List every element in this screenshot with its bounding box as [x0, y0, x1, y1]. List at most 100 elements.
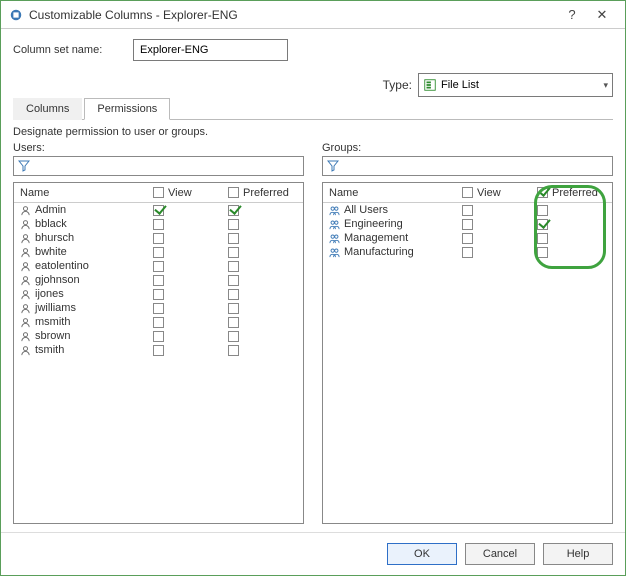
- button-bar: OK Cancel Help: [1, 532, 625, 575]
- help-button[interactable]: ?: [557, 7, 587, 22]
- list-row[interactable]: sbrown: [14, 329, 303, 343]
- row-preferred: [228, 275, 303, 286]
- checkbox[interactable]: [228, 219, 239, 230]
- users-header-view[interactable]: View: [153, 187, 228, 199]
- user-icon: [20, 275, 31, 286]
- users-list-header: Name View Preferred: [14, 183, 303, 203]
- list-row[interactable]: All Users: [323, 203, 612, 217]
- row-view: [153, 275, 228, 286]
- type-row: Type: File List ▾: [13, 73, 613, 97]
- checkbox[interactable]: [537, 247, 548, 258]
- row-name: bblack: [14, 218, 153, 230]
- row-view: [462, 247, 537, 258]
- checkbox[interactable]: [153, 247, 164, 258]
- user-icon: [20, 205, 31, 216]
- checkbox[interactable]: [462, 233, 473, 244]
- checkbox[interactable]: [228, 275, 239, 286]
- checkbox[interactable]: [228, 247, 239, 258]
- users-list: Name View Preferred Adminbblack bhurschbw…: [13, 182, 304, 524]
- checkbox[interactable]: [153, 219, 164, 230]
- row-name: bhursch: [14, 232, 153, 244]
- type-dropdown[interactable]: File List ▾: [418, 73, 613, 97]
- user-icon: [20, 331, 31, 342]
- row-preferred: [537, 247, 612, 258]
- groups-filter-input[interactable]: [322, 156, 613, 176]
- list-row[interactable]: tsmith: [14, 343, 303, 357]
- checkbox[interactable]: [153, 345, 164, 356]
- row-preferred: [228, 303, 303, 314]
- checkbox-icon: [462, 187, 473, 198]
- tab-columns[interactable]: Columns: [13, 98, 82, 120]
- users-filter-input[interactable]: [13, 156, 304, 176]
- row-preferred: [537, 233, 612, 244]
- list-row[interactable]: eatolentino: [14, 259, 303, 273]
- checkbox[interactable]: [153, 317, 164, 328]
- checkbox[interactable]: [228, 303, 239, 314]
- row-view: [153, 247, 228, 258]
- checkbox[interactable]: [228, 233, 239, 244]
- list-row[interactable]: ijones: [14, 287, 303, 301]
- groups-label: Groups:: [322, 142, 613, 154]
- list-row[interactable]: jwilliams: [14, 301, 303, 315]
- list-row[interactable]: Admin: [14, 203, 303, 217]
- checkbox[interactable]: [153, 261, 164, 272]
- checkbox[interactable]: [228, 345, 239, 356]
- checkbox[interactable]: [153, 303, 164, 314]
- checkbox[interactable]: [537, 205, 548, 216]
- checkbox[interactable]: [153, 233, 164, 244]
- cancel-button[interactable]: Cancel: [465, 543, 535, 565]
- checkbox[interactable]: [228, 317, 239, 328]
- groups-list: Name View Preferred All UsersEngineering…: [322, 182, 613, 524]
- checkbox[interactable]: [153, 289, 164, 300]
- ok-button[interactable]: OK: [387, 543, 457, 565]
- checkbox[interactable]: [228, 289, 239, 300]
- row-view: [153, 345, 228, 356]
- list-row[interactable]: Management: [323, 231, 612, 245]
- row-name: gjohnson: [14, 274, 153, 286]
- users-header-preferred[interactable]: Preferred: [228, 187, 303, 199]
- list-row[interactable]: bhursch: [14, 231, 303, 245]
- panels: Users: Name View Preferred: [13, 142, 613, 524]
- users-label: Users:: [13, 142, 304, 154]
- checkbox[interactable]: [462, 205, 473, 216]
- row-view: [462, 219, 537, 230]
- close-button[interactable]: ✕: [587, 7, 617, 23]
- row-preferred: [228, 289, 303, 300]
- checkbox[interactable]: [537, 233, 548, 244]
- checkbox[interactable]: [228, 261, 239, 272]
- checkbox[interactable]: [537, 219, 548, 230]
- users-panel: Users: Name View Preferred: [13, 142, 304, 524]
- filelist-icon: [423, 78, 437, 92]
- checkbox[interactable]: [153, 331, 164, 342]
- list-row[interactable]: msmith: [14, 315, 303, 329]
- checkbox[interactable]: [462, 247, 473, 258]
- row-view: [153, 303, 228, 314]
- list-row[interactable]: Manufacturing: [323, 245, 612, 259]
- help-button[interactable]: Help: [543, 543, 613, 565]
- user-icon: [20, 289, 31, 300]
- tab-strip: Columns Permissions: [13, 97, 613, 120]
- list-row[interactable]: Engineering: [323, 217, 612, 231]
- checkbox[interactable]: [228, 205, 239, 216]
- list-row[interactable]: bblack: [14, 217, 303, 231]
- checkbox[interactable]: [228, 331, 239, 342]
- user-icon: [20, 303, 31, 314]
- list-row[interactable]: bwhite: [14, 245, 303, 259]
- user-icon: [20, 233, 31, 244]
- checkbox[interactable]: [153, 205, 164, 216]
- users-header-name[interactable]: Name: [14, 187, 153, 199]
- groups-header-name[interactable]: Name: [323, 187, 462, 199]
- groups-header-view[interactable]: View: [462, 187, 537, 199]
- app-icon: [9, 8, 23, 22]
- checkbox[interactable]: [153, 275, 164, 286]
- list-row[interactable]: gjohnson: [14, 273, 303, 287]
- row-preferred: [228, 345, 303, 356]
- description-text: Designate permission to user or groups.: [13, 126, 613, 138]
- groups-header-preferred[interactable]: Preferred: [537, 187, 612, 199]
- checkbox-icon: [153, 187, 164, 198]
- row-view: [153, 261, 228, 272]
- checkbox[interactable]: [462, 219, 473, 230]
- tab-permissions[interactable]: Permissions: [84, 98, 170, 120]
- row-preferred: [228, 205, 303, 216]
- column-set-input[interactable]: [133, 39, 288, 61]
